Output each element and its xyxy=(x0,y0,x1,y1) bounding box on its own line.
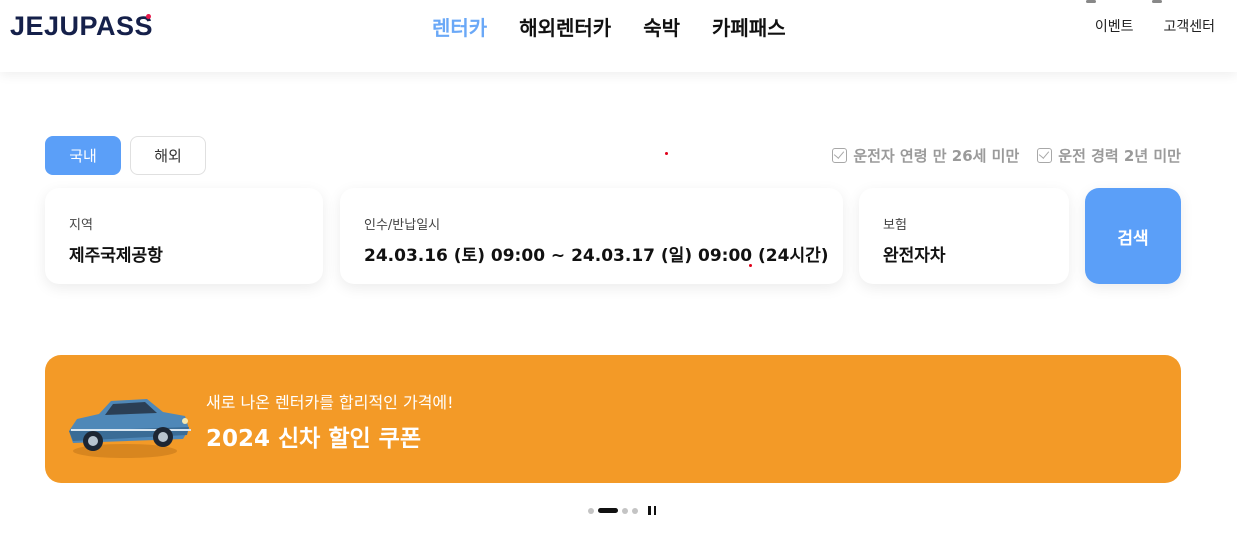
jejupass-logo[interactable]: JEJUPASS xyxy=(10,11,153,42)
date-label: 인수/반납일시 xyxy=(364,218,441,233)
decor-mark xyxy=(1086,0,1096,3)
marker-dot xyxy=(749,264,752,267)
logo-dot-icon xyxy=(146,14,151,19)
nav-item-lodging[interactable]: 숙박 xyxy=(643,12,680,41)
condition-experience-under-2y[interactable]: 운전 경력 2년 미만 xyxy=(1037,145,1181,166)
checkbox-icon[interactable] xyxy=(1037,148,1053,163)
event-link[interactable]: 이벤트 xyxy=(1095,16,1134,36)
banner-subtitle: 새로 나온 렌터카를 합리적인 가격에! xyxy=(206,393,454,412)
condition-label: 운전자 연령 만 26세 미만 xyxy=(853,147,1020,165)
marker-dot xyxy=(665,152,668,155)
region-value: 제주국제공항 xyxy=(69,246,163,266)
insurance-label: 보험 xyxy=(883,218,907,233)
nav-item-cafepass[interactable]: 카페패스 xyxy=(712,12,786,41)
pager-dot[interactable] xyxy=(622,507,628,514)
utility-links: 이벤트 고객센터 xyxy=(1065,16,1215,36)
insurance-field[interactable]: 보험 완전자차 xyxy=(859,188,1069,284)
checkbox-icon[interactable] xyxy=(832,148,848,163)
banner-title: 2024 신차 할인 쿠폰 xyxy=(206,426,421,452)
site-header: JEJUPASS 렌터카 해외렌터카 숙박 카페패스 이벤트 고객센터 xyxy=(0,0,1237,72)
main-nav: 렌터카 해외렌터카 숙박 카페패스 xyxy=(432,12,818,41)
domestic-toggle[interactable]: 국내 xyxy=(45,136,121,175)
driver-conditions: 운전자 연령 만 26세 미만 운전 경력 2년 미만 xyxy=(832,145,1181,166)
banner-pagination xyxy=(588,506,656,515)
search-button[interactable]: 검색 xyxy=(1085,188,1181,284)
promo-banner[interactable]: 새로 나온 렌터카를 합리적인 가격에! 2024 신차 할인 쿠폰 xyxy=(45,355,1181,483)
condition-label: 운전 경력 2년 미만 xyxy=(1058,147,1181,165)
pager-dot-active[interactable] xyxy=(598,508,618,513)
overseas-toggle[interactable]: 해외 xyxy=(130,136,206,175)
insurance-value: 완전자차 xyxy=(883,246,946,266)
nav-item-rentcar[interactable]: 렌터카 xyxy=(432,12,487,41)
region-label: 지역 xyxy=(69,218,93,233)
pager-dot[interactable] xyxy=(632,507,638,514)
pager-dot[interactable] xyxy=(588,507,594,514)
condition-age-under-26[interactable]: 운전자 연령 만 26세 미만 xyxy=(832,145,1019,166)
date-value: 24.03.16 (토) 09:00 ~ 24.03.17 (일) 09:00 … xyxy=(364,246,829,266)
pause-icon[interactable] xyxy=(648,506,656,515)
region-field[interactable]: 지역 제주국제공항 xyxy=(45,188,323,284)
nav-item-overseas-rentcar[interactable]: 해외렌터카 xyxy=(519,12,611,41)
customer-center-link[interactable]: 고객센터 xyxy=(1163,16,1215,36)
date-field[interactable]: 인수/반납일시 24.03.16 (토) 09:00 ~ 24.03.17 (일… xyxy=(340,188,843,284)
car-illustration-icon xyxy=(69,399,191,458)
decor-mark xyxy=(1152,0,1162,3)
